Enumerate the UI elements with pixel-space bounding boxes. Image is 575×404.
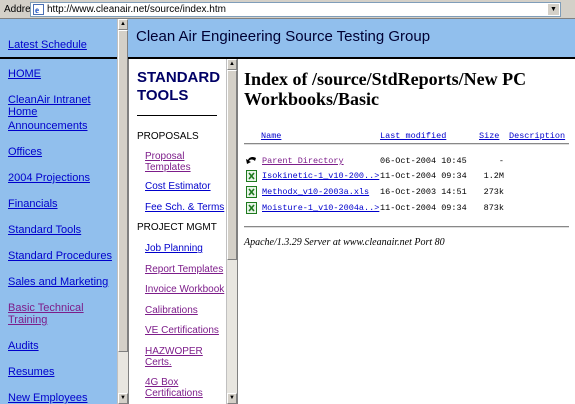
tools-frame-scrollbar[interactable]: ▲ ▼: [226, 59, 237, 404]
nav-link-offices[interactable]: Offices: [8, 146, 116, 158]
file-size: -: [498, 156, 504, 166]
file-date: 16-Oct-2003 14:51: [380, 187, 467, 197]
nav-link-sales-marketing[interactable]: Sales and Marketing: [8, 276, 116, 288]
file-link[interactable]: Moisture-1_v10-2004a..>: [262, 203, 379, 213]
column-name-sort[interactable]: Name: [261, 131, 281, 141]
nav-link-basic-technical-training[interactable]: Basic Technical Training: [8, 302, 116, 326]
nav-link-standard-procedures[interactable]: Standard Procedures: [8, 250, 116, 262]
header-frame: Clean Air Engineering Source Testing Gro…: [128, 19, 575, 59]
nav-link-new-employees[interactable]: New Employees: [8, 392, 116, 404]
left-frame: Latest Schedule HOME CleanAir Intranet H…: [0, 19, 128, 404]
scroll-down-button[interactable]: ▼: [118, 393, 128, 404]
tools-frame: STANDARD TOOLS PROPOSALS Proposal Templa…: [128, 59, 238, 404]
cost-estimator-link[interactable]: Cost Estimator: [145, 181, 225, 192]
nav-link-audits[interactable]: Audits: [8, 340, 116, 352]
address-bar: Address e http://www.cleanair.net/source…: [0, 0, 575, 19]
file-link[interactable]: Methodx_v10-2003a.xls: [262, 187, 369, 197]
job-planning-link[interactable]: Job Planning: [145, 243, 225, 254]
nav-link-standard-tools[interactable]: Standard Tools: [8, 224, 116, 236]
scroll-up-button[interactable]: ▲: [227, 59, 237, 70]
site-title: Clean Air Engineering Source Testing Gro…: [136, 28, 431, 45]
file-date: 11-Oct-2004 09:34: [380, 203, 467, 213]
file-date: 11-Oct-2004 09:34: [380, 171, 467, 181]
section-proposals: PROPOSALS: [137, 131, 199, 142]
tools-title: STANDARD TOOLS: [137, 69, 221, 104]
divider: [244, 226, 569, 228]
column-last-modified-sort[interactable]: Last modified: [380, 131, 446, 141]
scroll-down-button[interactable]: ▼: [227, 393, 237, 404]
table-row: Methodx_v10-2003a.xls 16-Oct-2003 14:51 …: [244, 186, 574, 200]
excel-file-icon: [246, 186, 257, 198]
nav-link-projections[interactable]: 2004 Projections: [8, 172, 116, 184]
server-signature: Apache/1.3.29 Server at www.cleanair.net…: [244, 237, 445, 248]
table-row: Parent Directory 06-Oct-2004 10:45 -: [244, 155, 574, 169]
nav-link-announcements[interactable]: Announcements: [8, 120, 116, 132]
report-templates-link[interactable]: Report Templates: [145, 264, 225, 275]
file-date: 06-Oct-2004 10:45: [380, 156, 467, 166]
proposal-templates-link[interactable]: Proposal Templates: [145, 151, 225, 173]
scroll-up-button[interactable]: ▲: [118, 19, 128, 30]
left-top-panel: Latest Schedule: [0, 19, 117, 59]
address-url: http://www.cleanair.net/source/index.htm: [47, 4, 226, 15]
divider: [137, 115, 217, 116]
left-frame-scrollbar[interactable]: ▲ ▼: [117, 19, 128, 404]
column-size-sort[interactable]: Size: [479, 131, 499, 141]
svg-text:e: e: [35, 5, 39, 15]
address-input[interactable]: e http://www.cleanair.net/source/index.h…: [30, 2, 561, 17]
hazwoper-certs-link[interactable]: HAZWOPER Certs.: [145, 346, 225, 368]
main-frame: Index of /source/StdReports/New PC Workb…: [238, 59, 575, 404]
left-nav: HOME CleanAir Intranet Home Announcement…: [0, 61, 117, 404]
latest-schedule-link[interactable]: Latest Schedule: [8, 39, 87, 51]
file-link[interactable]: Isokinetic-1_v10-200..>: [262, 171, 379, 181]
page-title: Index of /source/StdReports/New PC Workb…: [244, 69, 527, 109]
chevron-down-icon: ▼: [550, 6, 557, 13]
table-row: Isokinetic-1_v10-200..> 11-Oct-2004 09:3…: [244, 170, 574, 184]
fee-schedule-link[interactable]: Fee Sch. & Terms: [145, 202, 225, 213]
column-description-sort[interactable]: Description: [509, 131, 565, 141]
file-size: 873k: [483, 203, 504, 213]
invoice-workbook-link[interactable]: Invoice Workbook: [145, 284, 225, 295]
file-link[interactable]: Parent Directory: [262, 156, 344, 166]
section-project-mgmt: PROJECT MGMT: [137, 222, 217, 233]
nav-link-financials[interactable]: Financials: [8, 198, 116, 210]
scroll-thumb[interactable]: [227, 70, 237, 260]
divider: [244, 143, 569, 145]
file-size: 1.2M: [483, 171, 504, 181]
nav-link-home[interactable]: HOME: [8, 68, 116, 80]
nav-link-resumes[interactable]: Resumes: [8, 366, 116, 378]
excel-file-icon: [246, 202, 257, 214]
table-row: Moisture-1_v10-2004a..> 11-Oct-2004 09:3…: [244, 202, 574, 216]
calibrations-link[interactable]: Calibrations: [145, 305, 225, 316]
excel-file-icon: [246, 170, 257, 182]
scroll-thumb[interactable]: [118, 30, 128, 352]
file-size: 273k: [483, 187, 504, 197]
back-arrow-icon: [246, 156, 256, 164]
nav-link-intranet-home[interactable]: CleanAir Intranet Home: [8, 94, 116, 118]
ie-page-icon: e: [33, 4, 44, 15]
ve-certifications-link[interactable]: VE Certifications: [145, 325, 225, 336]
address-dropdown-button[interactable]: ▼: [548, 4, 559, 15]
4g-box-certifications-link[interactable]: 4G Box Certifications: [145, 377, 225, 399]
